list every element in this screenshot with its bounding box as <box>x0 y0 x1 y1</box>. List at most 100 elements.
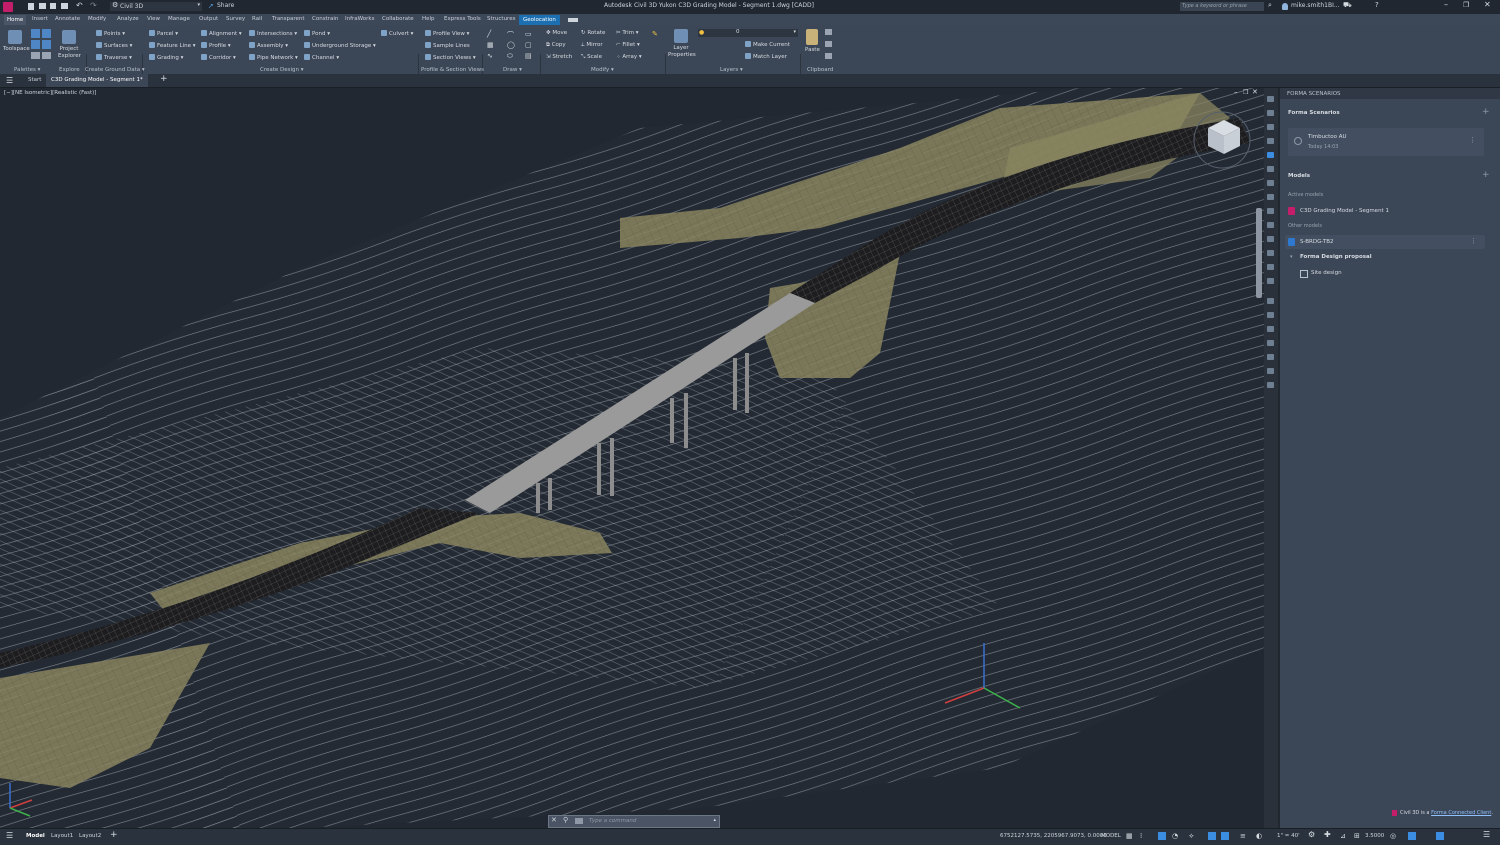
more-options-icon[interactable]: ⋮ <box>1470 237 1477 245</box>
polar-icon[interactable]: ◔ <box>1172 832 1178 840</box>
chevron-up-icon[interactable]: ▴ <box>713 817 716 823</box>
toolspace-button[interactable]: Toolspace <box>3 46 30 52</box>
section-views-button[interactable]: Section Views ▾ <box>425 54 476 61</box>
viewport-controls[interactable]: [−][NE Isometric][Realistic (Fast)] <box>4 90 96 96</box>
help-icon[interactable]: ? <box>1375 1 1379 9</box>
traverse-button[interactable]: Traverse ▾ <box>96 54 132 61</box>
other-model-row[interactable]: S-BRDG-TB2 ⋮ <box>1285 235 1485 249</box>
minimize-icon[interactable]: – <box>1234 88 1238 96</box>
scale-button[interactable]: ⤡ Scale <box>581 54 602 61</box>
tab-model[interactable]: Model <box>26 833 45 839</box>
match-layer-button[interactable]: Match Layer <box>745 53 787 60</box>
panel-draw[interactable]: Draw ▾ <box>503 67 522 73</box>
tab-drawing[interactable]: C3D Grading Model - Segment 1* <box>46 74 148 87</box>
add-layout-icon[interactable]: + <box>110 830 118 840</box>
layer-dropdown[interactable]: ● 0 ▾ <box>698 29 798 37</box>
tab-help[interactable]: Help <box>422 16 435 22</box>
fillet-button[interactable]: ⌐ Fillet ▾ <box>616 42 640 48</box>
hardware-accel-icon[interactable] <box>1408 832 1416 840</box>
isolate-icon[interactable]: ◎ <box>1390 832 1396 840</box>
underground-storage-button[interactable]: Underground Storage ▾ <box>304 42 376 49</box>
quick-properties-icon[interactable]: ⊞ <box>1354 832 1360 840</box>
ortho-icon[interactable] <box>1158 832 1166 840</box>
command-line[interactable]: ✕ ⚲ Type a command ▴ <box>548 815 720 828</box>
project-explorer-button[interactable]: Project Explorer <box>58 46 81 60</box>
pencil-icon[interactable]: ✎ <box>652 30 658 38</box>
active-model-row[interactable]: C3D Grading Model - Segment 1 <box>1285 204 1485 218</box>
look-icon[interactable] <box>1267 194 1274 200</box>
quick-access-toolbar[interactable]: ↶ ↷ <box>28 1 103 11</box>
feature-line-button[interactable]: Feature Line ▾ <box>149 42 196 49</box>
up-down-icon[interactable] <box>1267 236 1274 242</box>
profile-button[interactable]: Profile ▾ <box>201 42 231 49</box>
add-scenario-icon[interactable]: + <box>1482 107 1490 117</box>
toolspace-icon[interactable] <box>8 30 22 44</box>
app-logo[interactable] <box>3 2 13 12</box>
extents-icon[interactable] <box>1267 166 1274 172</box>
render-icon[interactable] <box>1267 354 1274 360</box>
palette-icons[interactable] <box>31 29 53 61</box>
orbit-icon[interactable] <box>1267 124 1274 130</box>
rewind-icon[interactable] <box>1267 222 1274 228</box>
save-icon[interactable] <box>50 3 56 9</box>
clean-screen-icon[interactable] <box>1436 832 1444 840</box>
model-space-button[interactable]: MODEL <box>1101 833 1121 839</box>
share-icon[interactable]: ➚ <box>208 2 214 10</box>
new-icon[interactable] <box>28 3 34 10</box>
match-properties-icon[interactable] <box>825 53 832 59</box>
viewport-scrollbar[interactable] <box>1256 208 1262 298</box>
channel-button[interactable]: Channel ▾ <box>304 54 339 61</box>
search-input[interactable]: Type a keyword or phrase <box>1180 2 1264 11</box>
undo-icon[interactable]: ↶ <box>76 1 83 10</box>
tab-rail[interactable]: Rail <box>252 16 262 22</box>
rectangle-icon[interactable]: ▭ <box>525 30 532 38</box>
properties-icon[interactable] <box>1267 312 1274 318</box>
surfaces-button[interactable]: Surfaces ▾ <box>96 42 132 49</box>
make-current-button[interactable]: Make Current <box>745 41 790 48</box>
circle-icon[interactable]: ◯ <box>507 41 515 49</box>
annotation-monitor-icon[interactable]: ✚ <box>1324 830 1331 839</box>
parcel-button[interactable]: Parcel ▾ <box>149 30 178 37</box>
project-explorer-icon[interactable] <box>62 30 76 44</box>
transparency-icon[interactable]: ◐ <box>1256 832 1262 840</box>
boundary-icon[interactable]: ▢ <box>525 41 532 49</box>
culvert-button[interactable]: Culvert ▾ <box>381 30 413 37</box>
tab-transparent[interactable]: Transparent <box>272 16 305 22</box>
pan-icon[interactable] <box>1267 96 1274 102</box>
spline-icon[interactable]: ∿ <box>487 52 493 60</box>
showmotion-icon[interactable] <box>1267 152 1274 158</box>
menu-icon[interactable]: ☰ <box>6 76 13 85</box>
cart-icon[interactable]: ⛟ <box>1343 1 1352 10</box>
design-proposal[interactable]: Forma Design proposal <box>1300 254 1372 260</box>
pipe-network-button[interactable]: Pipe Network ▾ <box>249 54 298 61</box>
measure-icon[interactable] <box>1267 326 1274 332</box>
site-design-item[interactable]: Site design <box>1311 270 1342 276</box>
tab-output[interactable]: Output <box>199 16 218 22</box>
viewport-window-controls[interactable]: – ❐ ✕ <box>1234 88 1260 98</box>
scenario-card[interactable]: Timbuctoo AU Today 14:03 ⋮ <box>1288 128 1484 156</box>
copy-clip-icon[interactable] <box>825 41 832 47</box>
table-icon[interactable]: ▤ <box>525 52 532 60</box>
close-icon[interactable]: ✕ <box>1252 88 1258 96</box>
copy-button[interactable]: ⧉ Copy <box>546 42 566 49</box>
line-icon[interactable]: ╱ <box>487 30 491 38</box>
mirror-button[interactable]: ⟂ Mirror <box>581 42 603 49</box>
steering-wheel-icon[interactable] <box>1267 138 1274 144</box>
zoom-icon[interactable] <box>1267 110 1274 116</box>
customize-icon[interactable]: ☰ <box>1483 830 1490 839</box>
pond-button[interactable]: Pond ▾ <box>304 30 330 37</box>
search-icon[interactable]: ⌕ <box>1268 1 1272 10</box>
print-icon[interactable] <box>61 3 68 9</box>
drawing-viewport[interactable]: [−][NE Isometric][Realistic (Fast)] – ❐ … <box>0 88 1264 828</box>
open-icon[interactable] <box>39 3 46 9</box>
layer-icon[interactable] <box>1267 298 1274 304</box>
layer-properties-button[interactable]: Layer Properties <box>668 45 696 59</box>
tab-modify[interactable]: Modify <box>88 16 106 22</box>
tab-analyze[interactable]: Analyze <box>117 16 139 22</box>
trim-button[interactable]: ✂ Trim ▾ <box>616 30 639 36</box>
light-icon[interactable] <box>1267 368 1274 374</box>
annotation-scale[interactable]: 1" = 40' <box>1277 833 1300 839</box>
snap-icon[interactable]: ⁞ <box>1140 832 1142 840</box>
minimize-button[interactable]: – <box>1444 0 1448 9</box>
paste-button[interactable]: Paste <box>805 47 820 53</box>
